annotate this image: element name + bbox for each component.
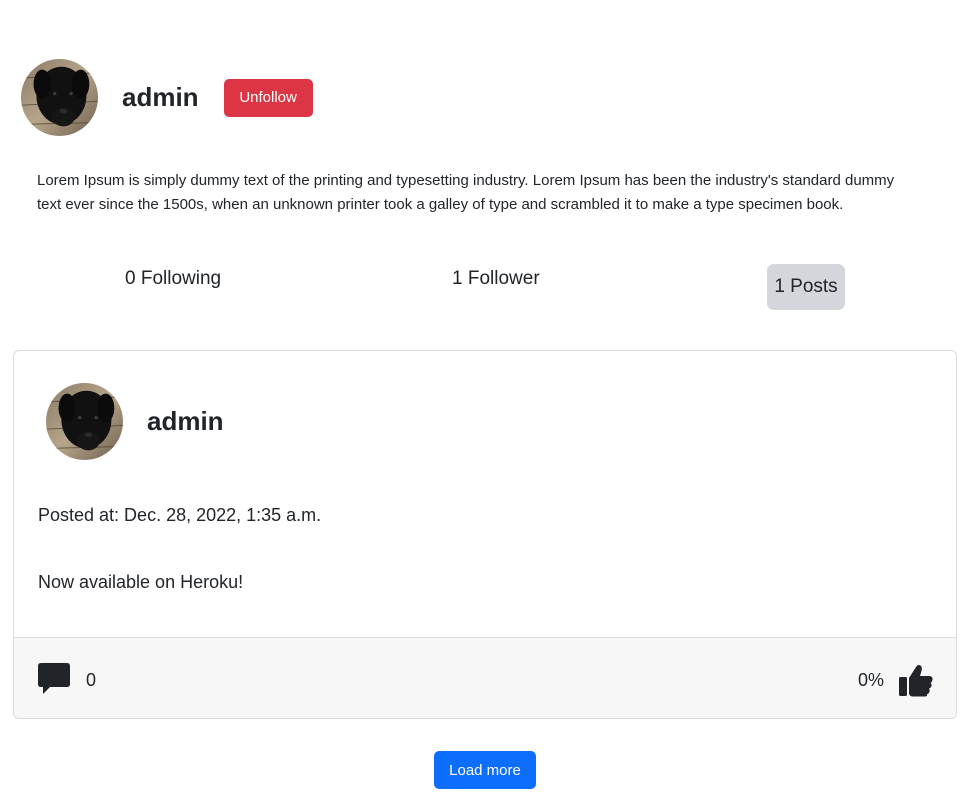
avatar <box>21 59 98 136</box>
post-body: Now available on Heroku! <box>38 572 244 592</box>
post-author-avatar <box>46 383 123 460</box>
unfollow-button[interactable]: Unfollow <box>223 78 313 117</box>
dog-photo-icon <box>46 383 123 460</box>
comment-icon <box>38 663 70 694</box>
like-percent: 0% <box>858 670 885 690</box>
post-footer: 0 0% <box>14 637 956 718</box>
follower-count[interactable]: 1 Follower <box>452 268 540 290</box>
load-more-button[interactable]: Load more <box>434 751 536 789</box>
post-author[interactable]: admin <box>46 383 224 460</box>
post-card: admin Posted at: Dec. 28, 2022, 1:35 a.m… <box>13 350 957 719</box>
post-author-name[interactable]: admin <box>147 406 224 437</box>
profile-page: admin Unfollow Lorem Ipsum is simply dum… <box>0 0 970 799</box>
profile-username: admin <box>122 82 199 112</box>
dog-photo-icon <box>21 59 98 136</box>
posts-count-button[interactable]: 1 Posts <box>767 264 845 310</box>
post-timestamp: Posted at: Dec. 28, 2022, 1:35 a.m. <box>38 505 322 525</box>
thumbs-up-icon <box>899 665 933 697</box>
profile-header: admin Unfollow <box>21 59 313 136</box>
profile-bio: Lorem Ipsum is simply dummy text of the … <box>37 172 895 213</box>
comment-button[interactable] <box>37 662 71 696</box>
like-button[interactable] <box>898 663 934 697</box>
comment-count: 0 <box>86 670 97 690</box>
following-count[interactable]: 0 Following <box>125 268 221 290</box>
